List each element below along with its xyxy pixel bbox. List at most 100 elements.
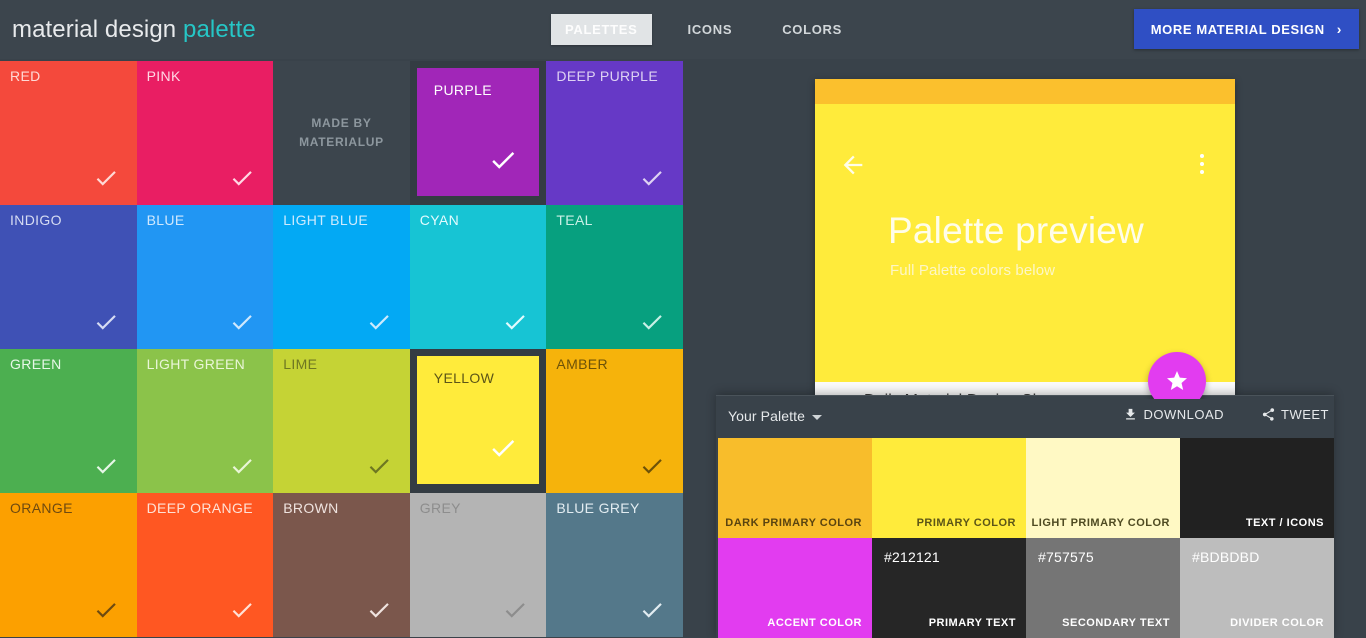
palette-role-accent-color[interactable]: ACCENT COLOR: [718, 538, 872, 638]
your-palette-toolbar: Your Palette DOWNLOAD TWEET: [716, 395, 1334, 438]
palette-swatch-label: CYAN: [420, 212, 459, 228]
chevron-down-icon: [812, 415, 822, 420]
preview-fab-button[interactable]: [1148, 352, 1206, 399]
palette-swatch-blue[interactable]: BLUE: [137, 205, 274, 349]
check-icon: [639, 165, 665, 191]
tab-colors[interactable]: COLORS: [768, 14, 856, 45]
check-icon: [229, 597, 255, 623]
palette-role-label: SECONDARY TEXT: [1062, 617, 1170, 629]
palette-swatch-red[interactable]: RED: [0, 61, 137, 205]
palette-swatch-tile: YELLOW: [417, 356, 540, 484]
preview-subtitle: Full Palette colors below: [890, 262, 1055, 279]
palette-role-label: DARK PRIMARY COLOR: [725, 517, 862, 529]
your-palette-selector[interactable]: Your Palette: [728, 408, 822, 424]
palette-role-dark-primary-color[interactable]: DARK PRIMARY COLOR: [718, 438, 872, 538]
palette-swatch-brown[interactable]: BROWN: [273, 493, 410, 637]
palette-swatch-label: DEEP PURPLE: [556, 68, 658, 84]
check-icon: [488, 433, 518, 463]
download-button[interactable]: DOWNLOAD: [1123, 407, 1224, 422]
more-material-design-button[interactable]: MORE MATERIAL DESIGN ›: [1134, 9, 1359, 49]
check-icon: [93, 165, 119, 191]
palette-swatch-pink[interactable]: PINK: [137, 61, 274, 205]
palette-swatch-label: PINK: [147, 68, 181, 84]
palette-role-label: ACCENT COLOR: [767, 617, 862, 629]
check-icon: [229, 309, 255, 335]
palette-role-label: PRIMARY TEXT: [929, 617, 1016, 629]
palette-swatch-label: BROWN: [283, 500, 338, 516]
made-by-text: MADE BYMATERIALUP: [299, 114, 384, 152]
your-palette-swatches: DARK PRIMARY COLOR PRIMARY COLORLIGHT PRI…: [718, 438, 1334, 638]
palette-swatch-light-green[interactable]: LIGHT GREEN: [137, 349, 274, 493]
app-header: material design palette PALETTES ICONS C…: [0, 0, 1366, 59]
check-icon: [93, 597, 119, 623]
star-icon: [1165, 369, 1189, 393]
share-icon: [1261, 407, 1276, 422]
tweet-button[interactable]: TWEET: [1261, 407, 1329, 422]
check-icon: [502, 597, 528, 623]
tab-palettes[interactable]: PALETTES: [551, 14, 652, 45]
check-icon: [639, 597, 665, 623]
preview-title: Palette preview: [888, 210, 1144, 252]
more-material-design-label: MORE MATERIAL DESIGN: [1151, 22, 1325, 37]
check-icon: [93, 309, 119, 335]
palette-swatch-label: GREY: [420, 500, 461, 516]
palette-swatch-label: BLUE: [147, 212, 185, 228]
palette-swatch-cyan[interactable]: CYAN: [410, 205, 547, 349]
palette-role-light-primary-color[interactable]: LIGHT PRIMARY COLOR: [1026, 438, 1180, 538]
palette-swatch-label: ORANGE: [10, 500, 73, 516]
your-palette-panel: Your Palette DOWNLOAD TWEET DARK PRIMARY…: [716, 395, 1334, 638]
palette-swatch-label: RED: [10, 68, 41, 84]
palette-swatch-purple[interactable]: PURPLE: [410, 61, 547, 205]
tab-icons[interactable]: ICONS: [674, 14, 747, 45]
palette-swatch-label: TEAL: [556, 212, 592, 228]
brand-title-accent: palette: [183, 16, 256, 43]
palette-swatch-green[interactable]: GREEN: [0, 349, 137, 493]
palette-role-hex: #212121: [884, 549, 940, 565]
check-icon: [502, 309, 528, 335]
check-icon: [366, 309, 392, 335]
palette-swatch-label: YELLOW: [434, 370, 494, 386]
palette-swatch-label: AMBER: [556, 356, 608, 372]
palette-swatch-label: GREEN: [10, 356, 62, 372]
made-by-line1: MADE BY: [299, 114, 384, 133]
palette-swatch-light-blue[interactable]: LIGHT BLUE: [273, 205, 410, 349]
palette-role-hex: #757575: [1038, 549, 1094, 565]
check-icon: [366, 597, 392, 623]
brand-title: material design palette: [12, 16, 256, 44]
main-nav: PALETTES ICONS COLORS: [551, 14, 856, 45]
download-label: DOWNLOAD: [1143, 407, 1224, 422]
palette-swatch-teal[interactable]: TEAL: [546, 205, 683, 349]
palette-swatch-lime[interactable]: LIME: [273, 349, 410, 493]
palette-swatch-deep-orange[interactable]: DEEP ORANGE: [137, 493, 274, 637]
palette-swatch-label: BLUE GREY: [556, 500, 639, 516]
palette-swatch-label: INDIGO: [10, 212, 62, 228]
palette-swatch-label: PURPLE: [434, 82, 492, 98]
made-by-cell: MADE BYMATERIALUP: [273, 61, 410, 205]
palette-swatch-yellow[interactable]: YELLOW: [410, 349, 547, 493]
chevron-right-icon: ›: [1337, 22, 1342, 36]
palette-swatch-label: LIME: [283, 356, 317, 372]
check-icon: [93, 453, 119, 479]
palette-role-text-icons[interactable]: TEXT / ICONS: [1180, 438, 1334, 538]
palette-swatch-deep-purple[interactable]: DEEP PURPLE: [546, 61, 683, 205]
check-icon: [639, 309, 665, 335]
tweet-label: TWEET: [1281, 407, 1329, 422]
palette-swatch-grey[interactable]: GREY: [410, 493, 547, 637]
palette-swatch-amber[interactable]: AMBER: [546, 349, 683, 493]
check-icon: [229, 453, 255, 479]
palette-role-primary-text[interactable]: #212121 PRIMARY TEXT: [872, 538, 1026, 638]
palette-role-divider-color[interactable]: #BDBDBDDIVIDER COLOR: [1180, 538, 1334, 638]
palette-swatch-tile: PURPLE: [417, 68, 540, 196]
palette-role-primary-color[interactable]: PRIMARY COLOR: [872, 438, 1026, 538]
palette-swatch-orange[interactable]: ORANGE: [0, 493, 137, 637]
palette-swatch-blue-grey[interactable]: BLUE GREY: [546, 493, 683, 637]
palette-swatch-indigo[interactable]: INDIGO: [0, 205, 137, 349]
palette-swatch-label: LIGHT BLUE: [283, 212, 368, 228]
palette-preview-card: Palette preview Full Palette colors belo…: [815, 79, 1235, 399]
palette-role-secondary-text[interactable]: #757575 SECONDARY TEXT: [1026, 538, 1180, 638]
preview-app-bar: Palette preview Full Palette colors belo…: [815, 104, 1235, 382]
arrow-back-icon[interactable]: [839, 151, 867, 179]
made-by-line2: MATERIALUP: [299, 133, 384, 152]
more-vert-icon[interactable]: [1191, 150, 1213, 178]
preview-status-bar: [815, 79, 1235, 104]
